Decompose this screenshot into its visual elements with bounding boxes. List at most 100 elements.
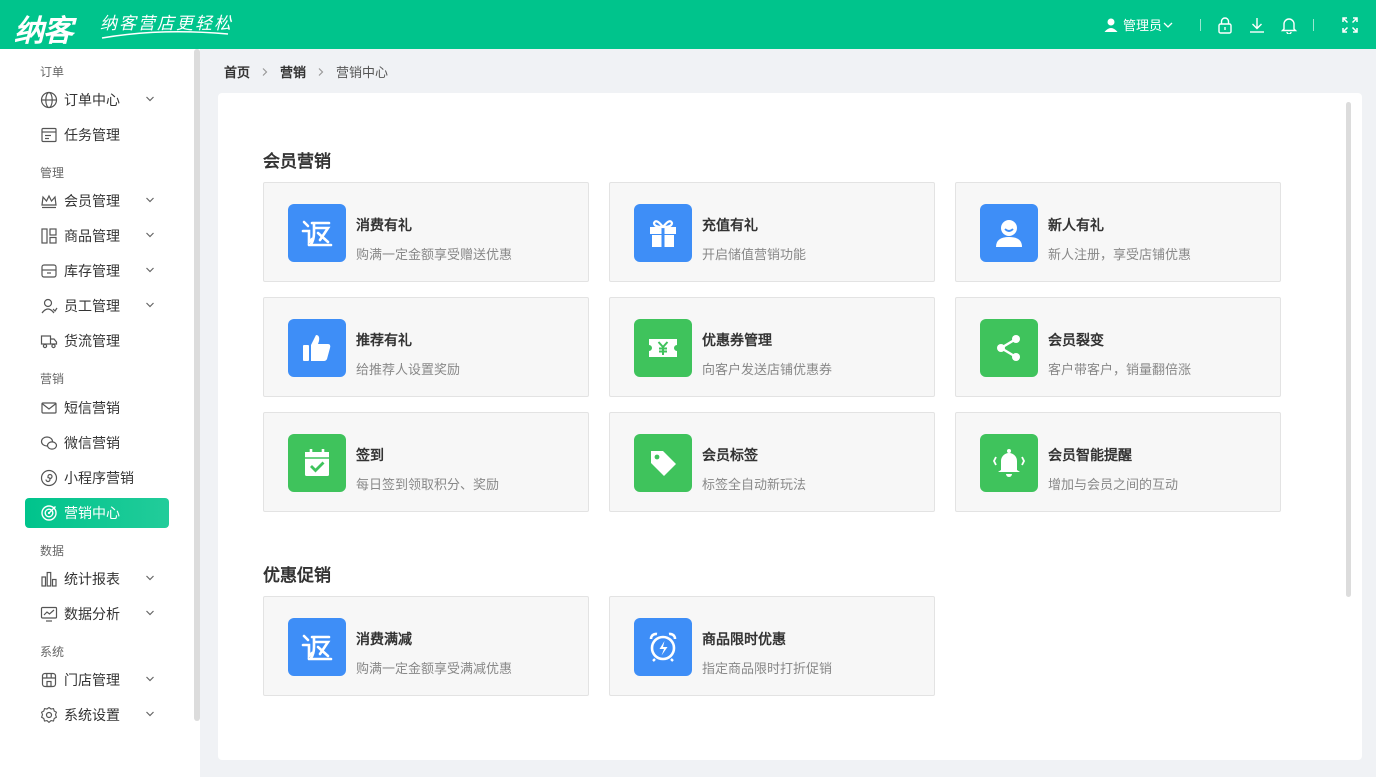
share-icon <box>980 319 1038 377</box>
card-smart-reminder[interactable]: 会员智能提醒 增加与会员之间的互动 <box>955 412 1281 512</box>
card-full-reduction[interactable]: 消费满减 购满一定金额享受满减优惠 <box>263 596 589 696</box>
sidebar-item-marketing-center[interactable]: 营销中心 <box>25 498 169 528</box>
card-title: 充值有礼 <box>702 218 758 234</box>
card-coupon-management[interactable]: 优惠券管理 向客户发送店铺优惠券 <box>609 297 935 397</box>
card-title: 会员标签 <box>702 448 758 464</box>
sidebar-item-logistics[interactable]: 货流管理 <box>25 326 169 356</box>
sidebar-item-label: 营销中心 <box>64 506 120 522</box>
sidebar-item-label: 小程序营销 <box>64 471 134 487</box>
sidebar-item-label: 订单中心 <box>64 93 120 109</box>
card-title: 消费满减 <box>356 632 412 648</box>
sidebar-item-staff[interactable]: 员工管理 <box>25 291 169 321</box>
card-title: 会员裂变 <box>1048 333 1104 349</box>
wechat-icon <box>39 433 59 453</box>
section-title-promotions: 优惠促销 <box>263 566 331 586</box>
card-flash-sale[interactable]: 商品限时优惠 指定商品限时打折促销 <box>609 596 935 696</box>
chevron-down-icon <box>146 267 154 273</box>
lock-button[interactable] <box>1213 13 1237 37</box>
analysis-icon <box>39 604 59 624</box>
miniapp-icon <box>39 468 59 488</box>
card-title: 推荐有礼 <box>356 333 412 349</box>
chevron-down-icon <box>146 711 154 717</box>
card-referral-gift[interactable]: 推荐有礼 给推荐人设置奖励 <box>263 297 589 397</box>
breadcrumb-home[interactable]: 首页 <box>224 62 250 81</box>
sidebar-item-label: 微信营销 <box>64 436 120 452</box>
slogan-swoosh-icon <box>101 31 229 39</box>
sidebar-item-store[interactable]: 门店管理 <box>25 665 169 695</box>
globe-icon <box>39 90 59 110</box>
card-title: 优惠券管理 <box>702 333 772 349</box>
card-newcomer-gift[interactable]: 新人有礼 新人注册，享受店铺优惠 <box>955 182 1281 282</box>
rebate-icon <box>288 204 346 262</box>
bar-chart-icon <box>39 569 59 589</box>
card-desc: 标签全自动新玩法 <box>702 478 807 493</box>
chevron-down-icon <box>1163 22 1173 28</box>
card-consumption-gift[interactable]: 消费有礼 购满一定金额享受赠送优惠 <box>263 182 589 282</box>
rebate-icon <box>288 618 346 676</box>
sidebar-group-label: 系统 <box>40 645 65 659</box>
sidebar-group-label: 数据 <box>40 544 65 558</box>
card-title: 商品限时优惠 <box>702 632 786 648</box>
header-divider <box>1200 18 1201 31</box>
card-desc: 每日签到领取积分、奖励 <box>356 478 500 493</box>
sidebar-item-miniapp[interactable]: 小程序营销 <box>25 463 169 493</box>
sidebar-item-analysis[interactable]: 数据分析 <box>25 599 169 629</box>
truck-icon <box>39 331 59 351</box>
card-desc: 向客户发送店铺优惠券 <box>702 363 833 378</box>
gear-icon <box>39 705 59 725</box>
sidebar-group-label: 管理 <box>40 166 65 180</box>
sidebar-item-sms[interactable]: 短信营销 <box>25 393 169 423</box>
sidebar-item-goods[interactable]: 商品管理 <box>25 221 169 251</box>
sidebar-item-label: 商品管理 <box>64 229 120 245</box>
new-user-icon <box>980 204 1038 262</box>
notification-button[interactable] <box>1277 13 1301 37</box>
sidebar-item-label: 系统设置 <box>64 708 120 724</box>
gift-icon <box>634 204 692 262</box>
card-sign-in[interactable]: 签到 每日签到领取积分、奖励 <box>263 412 589 512</box>
chevron-down-icon <box>146 197 154 203</box>
sidebar-item-wechat[interactable]: 微信营销 <box>25 428 169 458</box>
sidebar-group-label: 订单 <box>40 65 65 79</box>
sidebar-item-settings[interactable]: 系统设置 <box>25 700 169 730</box>
sidebar-item-label: 统计报表 <box>64 572 120 588</box>
sidebar-item-label: 任务管理 <box>64 128 120 144</box>
card-desc: 新人注册，享受店铺优惠 <box>1048 248 1192 263</box>
store-icon <box>39 670 59 690</box>
coupon-icon <box>634 319 692 377</box>
mail-icon <box>39 398 59 418</box>
card-desc: 购满一定金额享受赠送优惠 <box>356 248 513 263</box>
inventory-icon <box>39 261 59 281</box>
sidebar-item-task[interactable]: 任务管理 <box>25 120 169 150</box>
sidebar-item-reports[interactable]: 统计报表 <box>25 564 169 594</box>
breadcrumb-marketing[interactable]: 营销 <box>280 62 306 81</box>
card-desc: 增加与会员之间的互动 <box>1048 478 1179 493</box>
user-icon <box>1104 18 1118 32</box>
sidebar-item-label: 员工管理 <box>64 299 120 315</box>
download-button[interactable] <box>1245 13 1269 37</box>
fullscreen-icon <box>1342 16 1358 33</box>
fullscreen-button[interactable] <box>1338 13 1362 37</box>
sidebar-item-member[interactable]: 会员管理 <box>25 186 169 216</box>
card-desc: 客户带客户，销量翻倍涨 <box>1048 363 1192 378</box>
card-recharge-gift[interactable]: 充值有礼 开启储值营销功能 <box>609 182 935 282</box>
sidebar-item-label: 门店管理 <box>64 673 120 689</box>
card-title: 签到 <box>356 448 384 464</box>
crown-icon <box>39 191 59 211</box>
card-member-tag[interactable]: 会员标签 标签全自动新玩法 <box>609 412 935 512</box>
task-icon <box>39 125 59 145</box>
download-icon <box>1250 17 1264 33</box>
chevron-down-icon <box>146 610 154 616</box>
calendar-check-icon <box>288 434 346 492</box>
card-desc: 购满一定金额享受满减优惠 <box>356 662 513 677</box>
sidebar-scrollbar[interactable] <box>194 49 200 721</box>
sidebar-item-label: 短信营销 <box>64 401 120 417</box>
user-menu-button[interactable]: 管理员 <box>1103 15 1178 34</box>
sidebar-item-inventory[interactable]: 库存管理 <box>25 256 169 286</box>
card-title: 新人有礼 <box>1048 218 1104 234</box>
sidebar-item-order-center[interactable]: 订单中心 <box>25 85 169 115</box>
card-member-fission[interactable]: 会员裂变 客户带客户，销量翻倍涨 <box>955 297 1281 397</box>
header-divider <box>1313 18 1314 31</box>
card-title: 会员智能提醒 <box>1048 448 1132 464</box>
tag-icon <box>634 434 692 492</box>
main-scrollbar[interactable] <box>1346 102 1351 597</box>
